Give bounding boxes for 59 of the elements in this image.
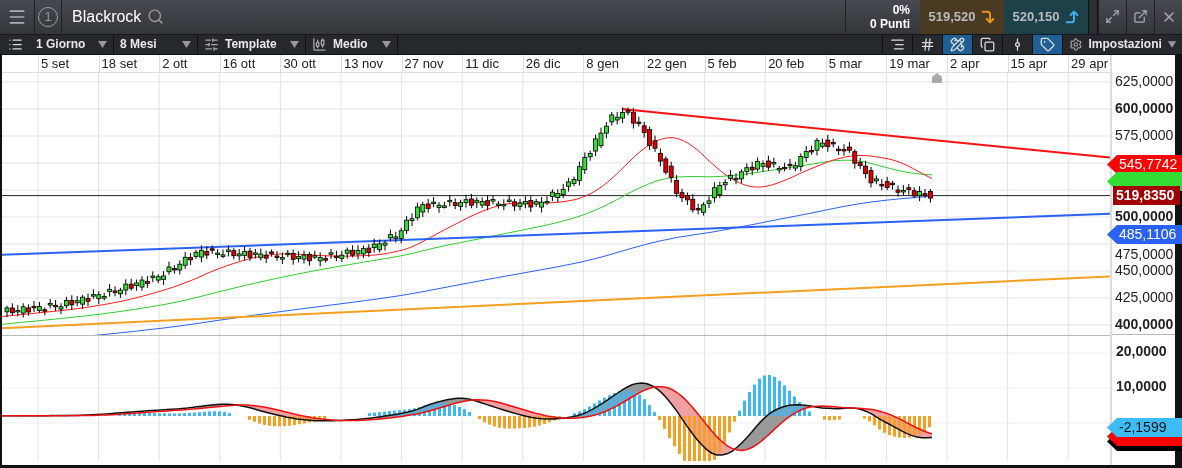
- date-axis-label: 13 nov: [340, 55, 402, 72]
- price-tag: 519,8350: [1113, 186, 1180, 205]
- date-axis-label: 30 ott: [280, 55, 341, 72]
- macd-axis-label: 20,0000: [1116, 342, 1168, 361]
- date-axis-label: 15 apr: [1007, 55, 1069, 72]
- date-axis-label: 5 mar: [825, 55, 887, 72]
- date-axis-label: 26 dic: [522, 55, 584, 72]
- macd-tag: -2,1599: [1107, 418, 1182, 437]
- date-axis-label: 22 gen: [643, 55, 705, 72]
- popout-icon: [1133, 9, 1148, 25]
- align-right-icon: [890, 36, 905, 52]
- candlestick-icon: [312, 36, 327, 52]
- price-axis-label: 575,0000: [1115, 127, 1175, 143]
- instrument-title: Blackrock: [72, 7, 142, 26]
- expand-icon: [1105, 9, 1120, 25]
- date-axis-label: 27 nov: [401, 55, 463, 72]
- date-axis-label: 5 feb: [704, 55, 766, 72]
- change-percent: 0%: [892, 2, 910, 17]
- tag-icon: [1040, 36, 1055, 52]
- time-marker-icon[interactable]: [932, 73, 942, 83]
- search-icon: [147, 8, 165, 26]
- date-axis-label: 20 feb: [765, 55, 826, 72]
- toolbar-tool-button[interactable]: [942, 34, 972, 54]
- date-axis-label: 11 dic: [462, 55, 523, 72]
- sell-price-button[interactable]: 519,520: [920, 0, 1004, 34]
- caret-icon: [182, 40, 191, 48]
- caret-icon: [382, 40, 391, 48]
- price-axis-label: 600,0000: [1115, 100, 1175, 116]
- price-axis-label: 450,0000: [1115, 262, 1175, 278]
- price-axis-label: 500,0000: [1115, 208, 1175, 224]
- drag-handle[interactable]: [1088, 0, 1098, 34]
- caret-icon: [290, 40, 299, 48]
- date-axis-label: 29 apr: [1068, 55, 1129, 72]
- list-icon: [7, 36, 23, 52]
- price-axis-label: 425,0000: [1115, 289, 1175, 305]
- arrow-up-icon: [1063, 8, 1080, 25]
- date-axis-label: 19 mar: [886, 55, 947, 72]
- pencil-ruler-icon: [950, 36, 965, 52]
- arrow-down-icon: [979, 8, 996, 25]
- price-axis-label: 625,0000: [1115, 73, 1175, 89]
- date-axis-label: 2 apr: [946, 55, 1008, 72]
- price-axis-label: 400,0000: [1115, 316, 1175, 332]
- toolbar-tool-button[interactable]: [1032, 34, 1062, 54]
- macd-axis-label: 10,0000: [1116, 377, 1168, 396]
- sliders-icon: [204, 36, 219, 52]
- grid-icon: [920, 36, 935, 52]
- caret-icon: [1167, 40, 1176, 48]
- date-axis-label: 8 gen: [583, 55, 644, 72]
- windows-icon: [980, 36, 995, 52]
- price-axis-label: 475,0000: [1115, 246, 1175, 262]
- date-axis-label: 2 ott: [159, 55, 220, 72]
- change-points: 0 Punti: [870, 16, 910, 31]
- caret-icon: [98, 40, 107, 48]
- buy-price-button[interactable]: 520,150: [1004, 0, 1088, 34]
- date-axis-label: 5 set: [38, 55, 99, 72]
- date-axis-label: 16 ott: [219, 55, 281, 72]
- date-axis-label: 18 set: [98, 55, 160, 72]
- price-tag: 485,1106: [1107, 225, 1182, 244]
- settings-icon: [1069, 36, 1083, 52]
